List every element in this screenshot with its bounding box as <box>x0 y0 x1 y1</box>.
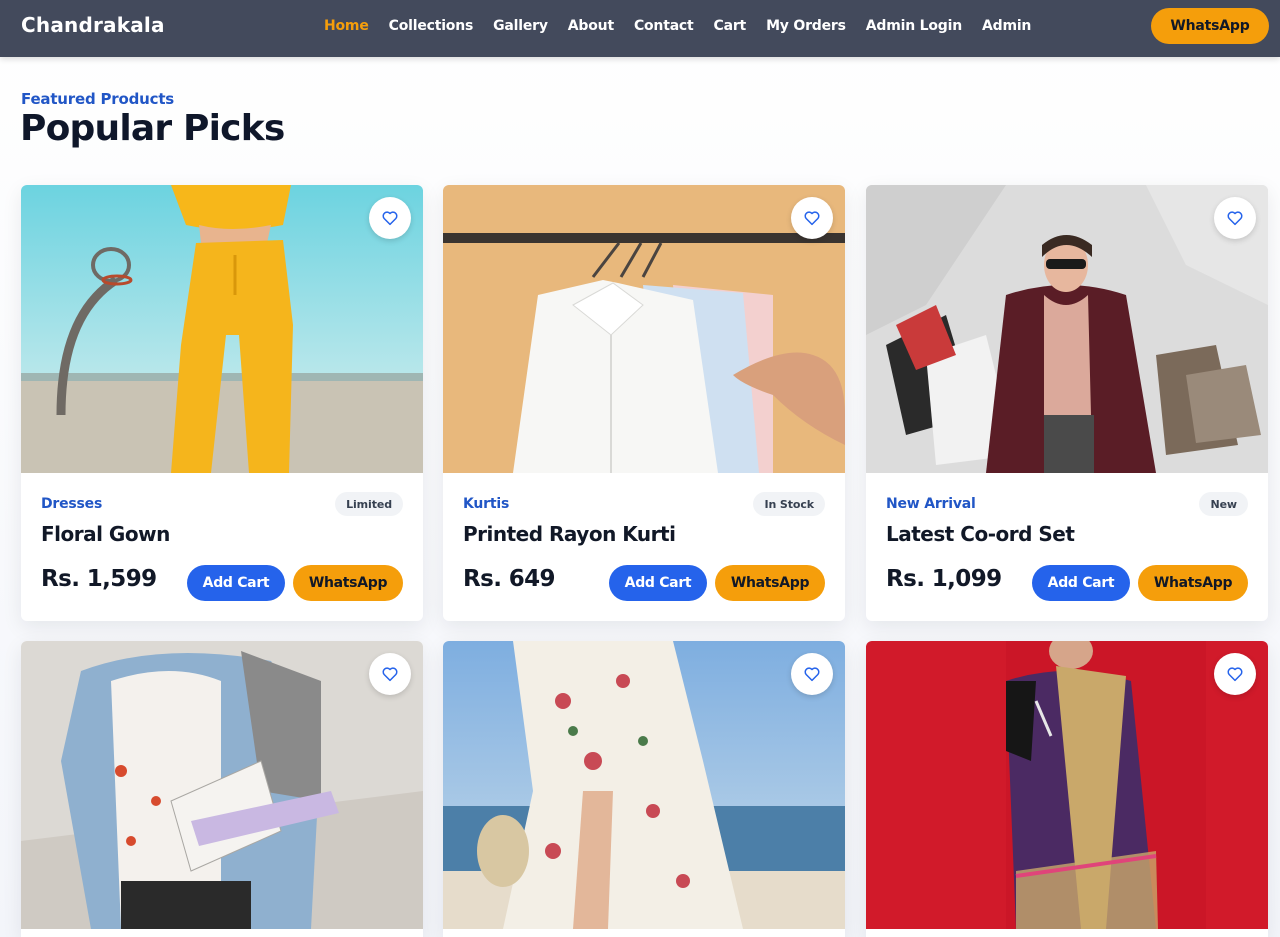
section-kicker: Featured Products <box>21 90 175 108</box>
nav-link-my-orders[interactable]: My Orders <box>766 18 846 34</box>
wishlist-heart-icon[interactable] <box>791 653 833 695</box>
product-image-yellow-tracksuit[interactable] <box>21 185 423 473</box>
nav-link-gallery[interactable]: Gallery <box>493 18 548 34</box>
product-card <box>443 641 845 937</box>
product-image-shopping-woman[interactable] <box>866 185 1268 473</box>
nav-link-collections[interactable]: Collections <box>389 18 474 34</box>
wishlist-heart-icon[interactable] <box>1214 197 1256 239</box>
nav-link-contact[interactable]: Contact <box>634 18 694 34</box>
wishlist-heart-icon[interactable] <box>1214 653 1256 695</box>
product-card: Dresses Limited Floral Gown Rs. 1,599 Ad… <box>21 185 423 621</box>
stock-badge: New <box>1199 492 1248 516</box>
nav-link-home[interactable]: Home <box>324 18 369 34</box>
nav-links: Home Collections Gallery About Contact C… <box>324 0 1031 52</box>
product-name[interactable]: Floral Gown <box>41 522 170 546</box>
product-category: Kurtis <box>463 496 510 512</box>
product-price: Rs. 649 <box>463 566 556 592</box>
product-image-floral-dress[interactable] <box>443 641 845 929</box>
nav-link-admin-login[interactable]: Admin Login <box>866 18 962 34</box>
top-navbar: Chandrakala Home Collections Gallery Abo… <box>0 0 1280 57</box>
add-cart-button[interactable]: Add Cart <box>187 565 285 601</box>
brand-logo[interactable]: Chandrakala <box>21 13 165 37</box>
product-image-shirts-rack[interactable] <box>443 185 845 473</box>
product-card: New Arrival New Latest Co-ord Set Rs. 1,… <box>866 185 1268 621</box>
wishlist-heart-icon[interactable] <box>369 653 411 695</box>
product-category: New Arrival <box>886 496 976 512</box>
product-card <box>866 641 1268 937</box>
nav-link-admin[interactable]: Admin <box>982 18 1031 34</box>
add-cart-button[interactable]: Add Cart <box>1032 565 1130 601</box>
product-name[interactable]: Printed Rayon Kurti <box>463 522 676 546</box>
product-name[interactable]: Latest Co-ord Set <box>886 522 1075 546</box>
add-cart-button[interactable]: Add Cart <box>609 565 707 601</box>
product-card: Kurtis In Stock Printed Rayon Kurti Rs. … <box>443 185 845 621</box>
product-image-denim-student[interactable] <box>21 641 423 929</box>
section-title: Popular Picks <box>20 108 285 149</box>
product-category: Dresses <box>41 496 103 512</box>
whatsapp-header-button[interactable]: WhatsApp <box>1151 8 1269 44</box>
product-image-purple-saree[interactable] <box>866 641 1268 929</box>
stock-badge: Limited <box>335 492 403 516</box>
whatsapp-order-button[interactable]: WhatsApp <box>1138 565 1248 601</box>
wishlist-heart-icon[interactable] <box>791 197 833 239</box>
whatsapp-order-button[interactable]: WhatsApp <box>715 565 825 601</box>
wishlist-heart-icon[interactable] <box>369 197 411 239</box>
nav-link-cart[interactable]: Cart <box>714 18 747 34</box>
whatsapp-order-button[interactable]: WhatsApp <box>293 565 403 601</box>
stock-badge: In Stock <box>753 492 825 516</box>
nav-link-about[interactable]: About <box>568 18 614 34</box>
product-card <box>21 641 423 937</box>
product-price: Rs. 1,099 <box>886 566 1002 592</box>
product-price: Rs. 1,599 <box>41 566 157 592</box>
